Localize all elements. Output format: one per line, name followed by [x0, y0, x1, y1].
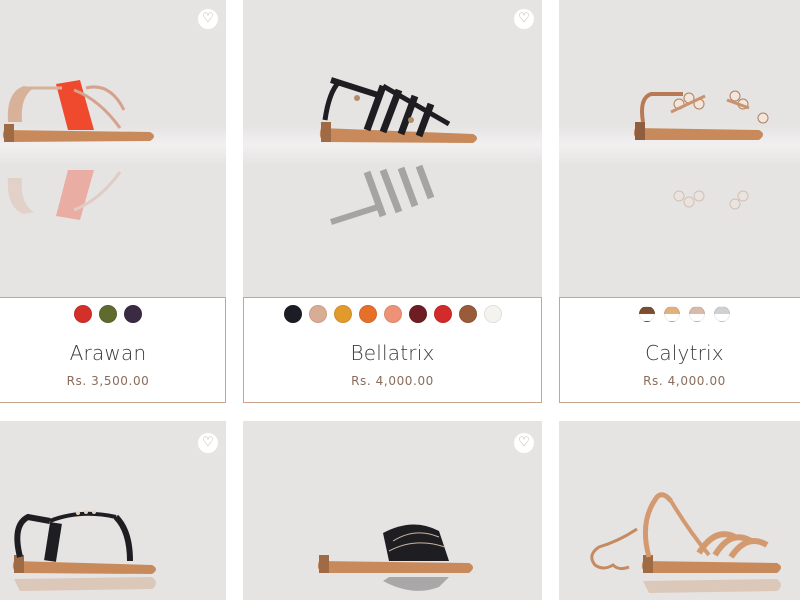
- color-swatch-mustard[interactable]: [333, 305, 352, 323]
- product-card-6[interactable]: [559, 421, 800, 600]
- color-swatch-red[interactable]: [74, 305, 92, 323]
- color-swatch-rose-white[interactable]: [689, 306, 705, 322]
- wishlist-heart-icon[interactable]: ♡: [514, 9, 534, 29]
- product-card-5[interactable]: ♡: [243, 421, 542, 600]
- color-swatches: [244, 305, 541, 323]
- sandal-illustration: [317, 524, 473, 591]
- product-image[interactable]: ♡: [0, 421, 226, 600]
- color-swatch-nude[interactable]: [308, 305, 327, 323]
- color-swatch-gold-white[interactable]: [664, 306, 680, 322]
- product-price: Rs. 3,500.00: [66, 374, 150, 388]
- color-swatches: [560, 305, 800, 322]
- product-name[interactable]: Bellatrix: [244, 341, 541, 365]
- product-price: Rs. 4,000.00: [643, 374, 726, 388]
- product-price: Rs. 4,000.00: [351, 374, 434, 388]
- product-info: Arawan Rs. 3,500.00: [0, 297, 226, 403]
- product-name[interactable]: Calytrix: [560, 341, 800, 365]
- wishlist-heart-icon[interactable]: ♡: [198, 9, 218, 29]
- color-swatch-black[interactable]: [283, 305, 302, 323]
- product-card-calytrix[interactable]: Calytrix Rs. 4,000.00: [559, 0, 800, 403]
- product-info: Bellatrix Rs. 4,000.00: [243, 297, 542, 403]
- product-card-4[interactable]: ♡: [0, 421, 226, 600]
- sandal-illustration: [319, 77, 477, 225]
- color-swatch-brown[interactable]: [458, 305, 477, 323]
- color-swatch-burgundy[interactable]: [408, 305, 427, 323]
- color-swatch-silver-white[interactable]: [714, 306, 730, 322]
- sandal-illustration: [2, 80, 154, 220]
- product-image[interactable]: [559, 421, 800, 600]
- color-swatch-coral[interactable]: [383, 305, 402, 323]
- color-swatch-olive[interactable]: [99, 305, 117, 323]
- color-swatch-orange[interactable]: [358, 305, 377, 323]
- product-image[interactable]: ♡: [243, 421, 542, 600]
- color-swatch-plum[interactable]: [124, 305, 142, 323]
- product-info: Calytrix Rs. 4,000.00: [559, 297, 800, 403]
- color-swatch-brown-white[interactable]: [639, 306, 655, 322]
- sandal-illustration: [590, 492, 781, 593]
- product-card-bellatrix[interactable]: ♡ Bellatrix Rs. 4,000.00: [243, 0, 542, 403]
- product-card-arawan[interactable]: ♡ Arawan Rs. 3,500.00: [0, 0, 226, 403]
- wishlist-heart-icon[interactable]: ♡: [514, 433, 534, 453]
- wishlist-heart-icon[interactable]: ♡: [198, 433, 218, 453]
- product-name[interactable]: Arawan: [0, 341, 225, 365]
- color-swatch-red[interactable]: [433, 305, 452, 323]
- sandal-illustration: [12, 510, 156, 591]
- color-swatch-white[interactable]: [483, 305, 502, 323]
- sandal-illustration: [633, 90, 769, 210]
- color-swatches: [0, 305, 225, 323]
